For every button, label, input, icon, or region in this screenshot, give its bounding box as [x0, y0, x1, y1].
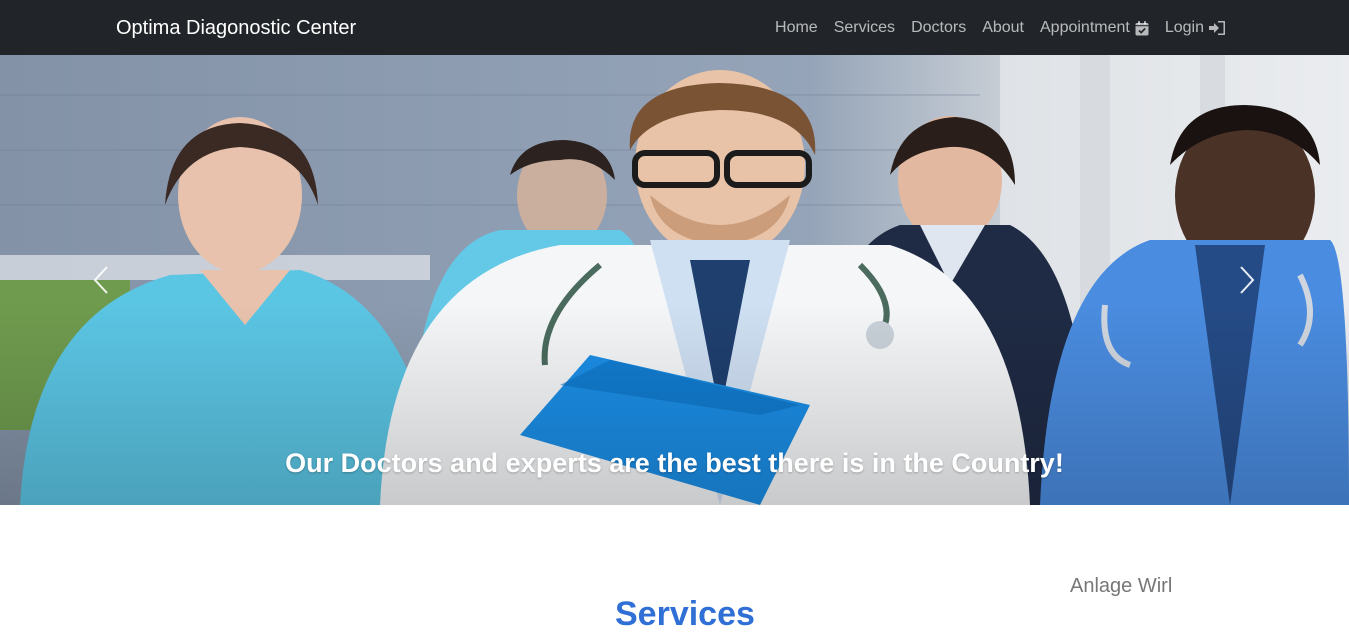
carousel-next-button[interactable]: [1222, 255, 1272, 305]
navbar: Optima Diagonostic Center Home Services …: [0, 0, 1349, 55]
brand-link[interactable]: Optima Diagonostic Center: [116, 15, 356, 41]
nav-link-appointment[interactable]: Appointment: [1040, 16, 1149, 40]
nav-links: Home Services Doctors About Appointment …: [775, 16, 1225, 40]
nav-link-label: Login: [1164, 19, 1204, 36]
nav-link-label: About: [982, 19, 1024, 36]
carousel-caption: Our Doctors and experts are the best the…: [285, 448, 1064, 479]
nav-link-label: Doctors: [911, 19, 967, 36]
nav-link-label: Appointment: [1040, 19, 1130, 36]
chevron-right-icon: [1240, 266, 1255, 294]
nav-link-home[interactable]: Home: [775, 16, 818, 40]
hero-carousel: Our Doctors and experts are the best the…: [0, 55, 1349, 505]
nav-link-services[interactable]: Services: [834, 16, 895, 40]
nav-link-label: Services: [833, 19, 896, 36]
sign-in-icon: [1209, 21, 1225, 35]
nav-link-login[interactable]: Login: [1165, 16, 1225, 40]
calendar-check-icon: [1135, 20, 1149, 35]
side-heading: Anlage Wirl: [1070, 575, 1173, 597]
nav-link-about[interactable]: About: [982, 16, 1024, 40]
hero-image-doctors: [0, 55, 1349, 505]
carousel-prev-button[interactable]: [76, 255, 126, 305]
nav-link-label: Home: [775, 19, 818, 36]
chevron-left-icon: [93, 266, 108, 294]
services-section-title: Services: [615, 595, 755, 634]
nav-link-doctors[interactable]: Doctors: [911, 16, 966, 40]
